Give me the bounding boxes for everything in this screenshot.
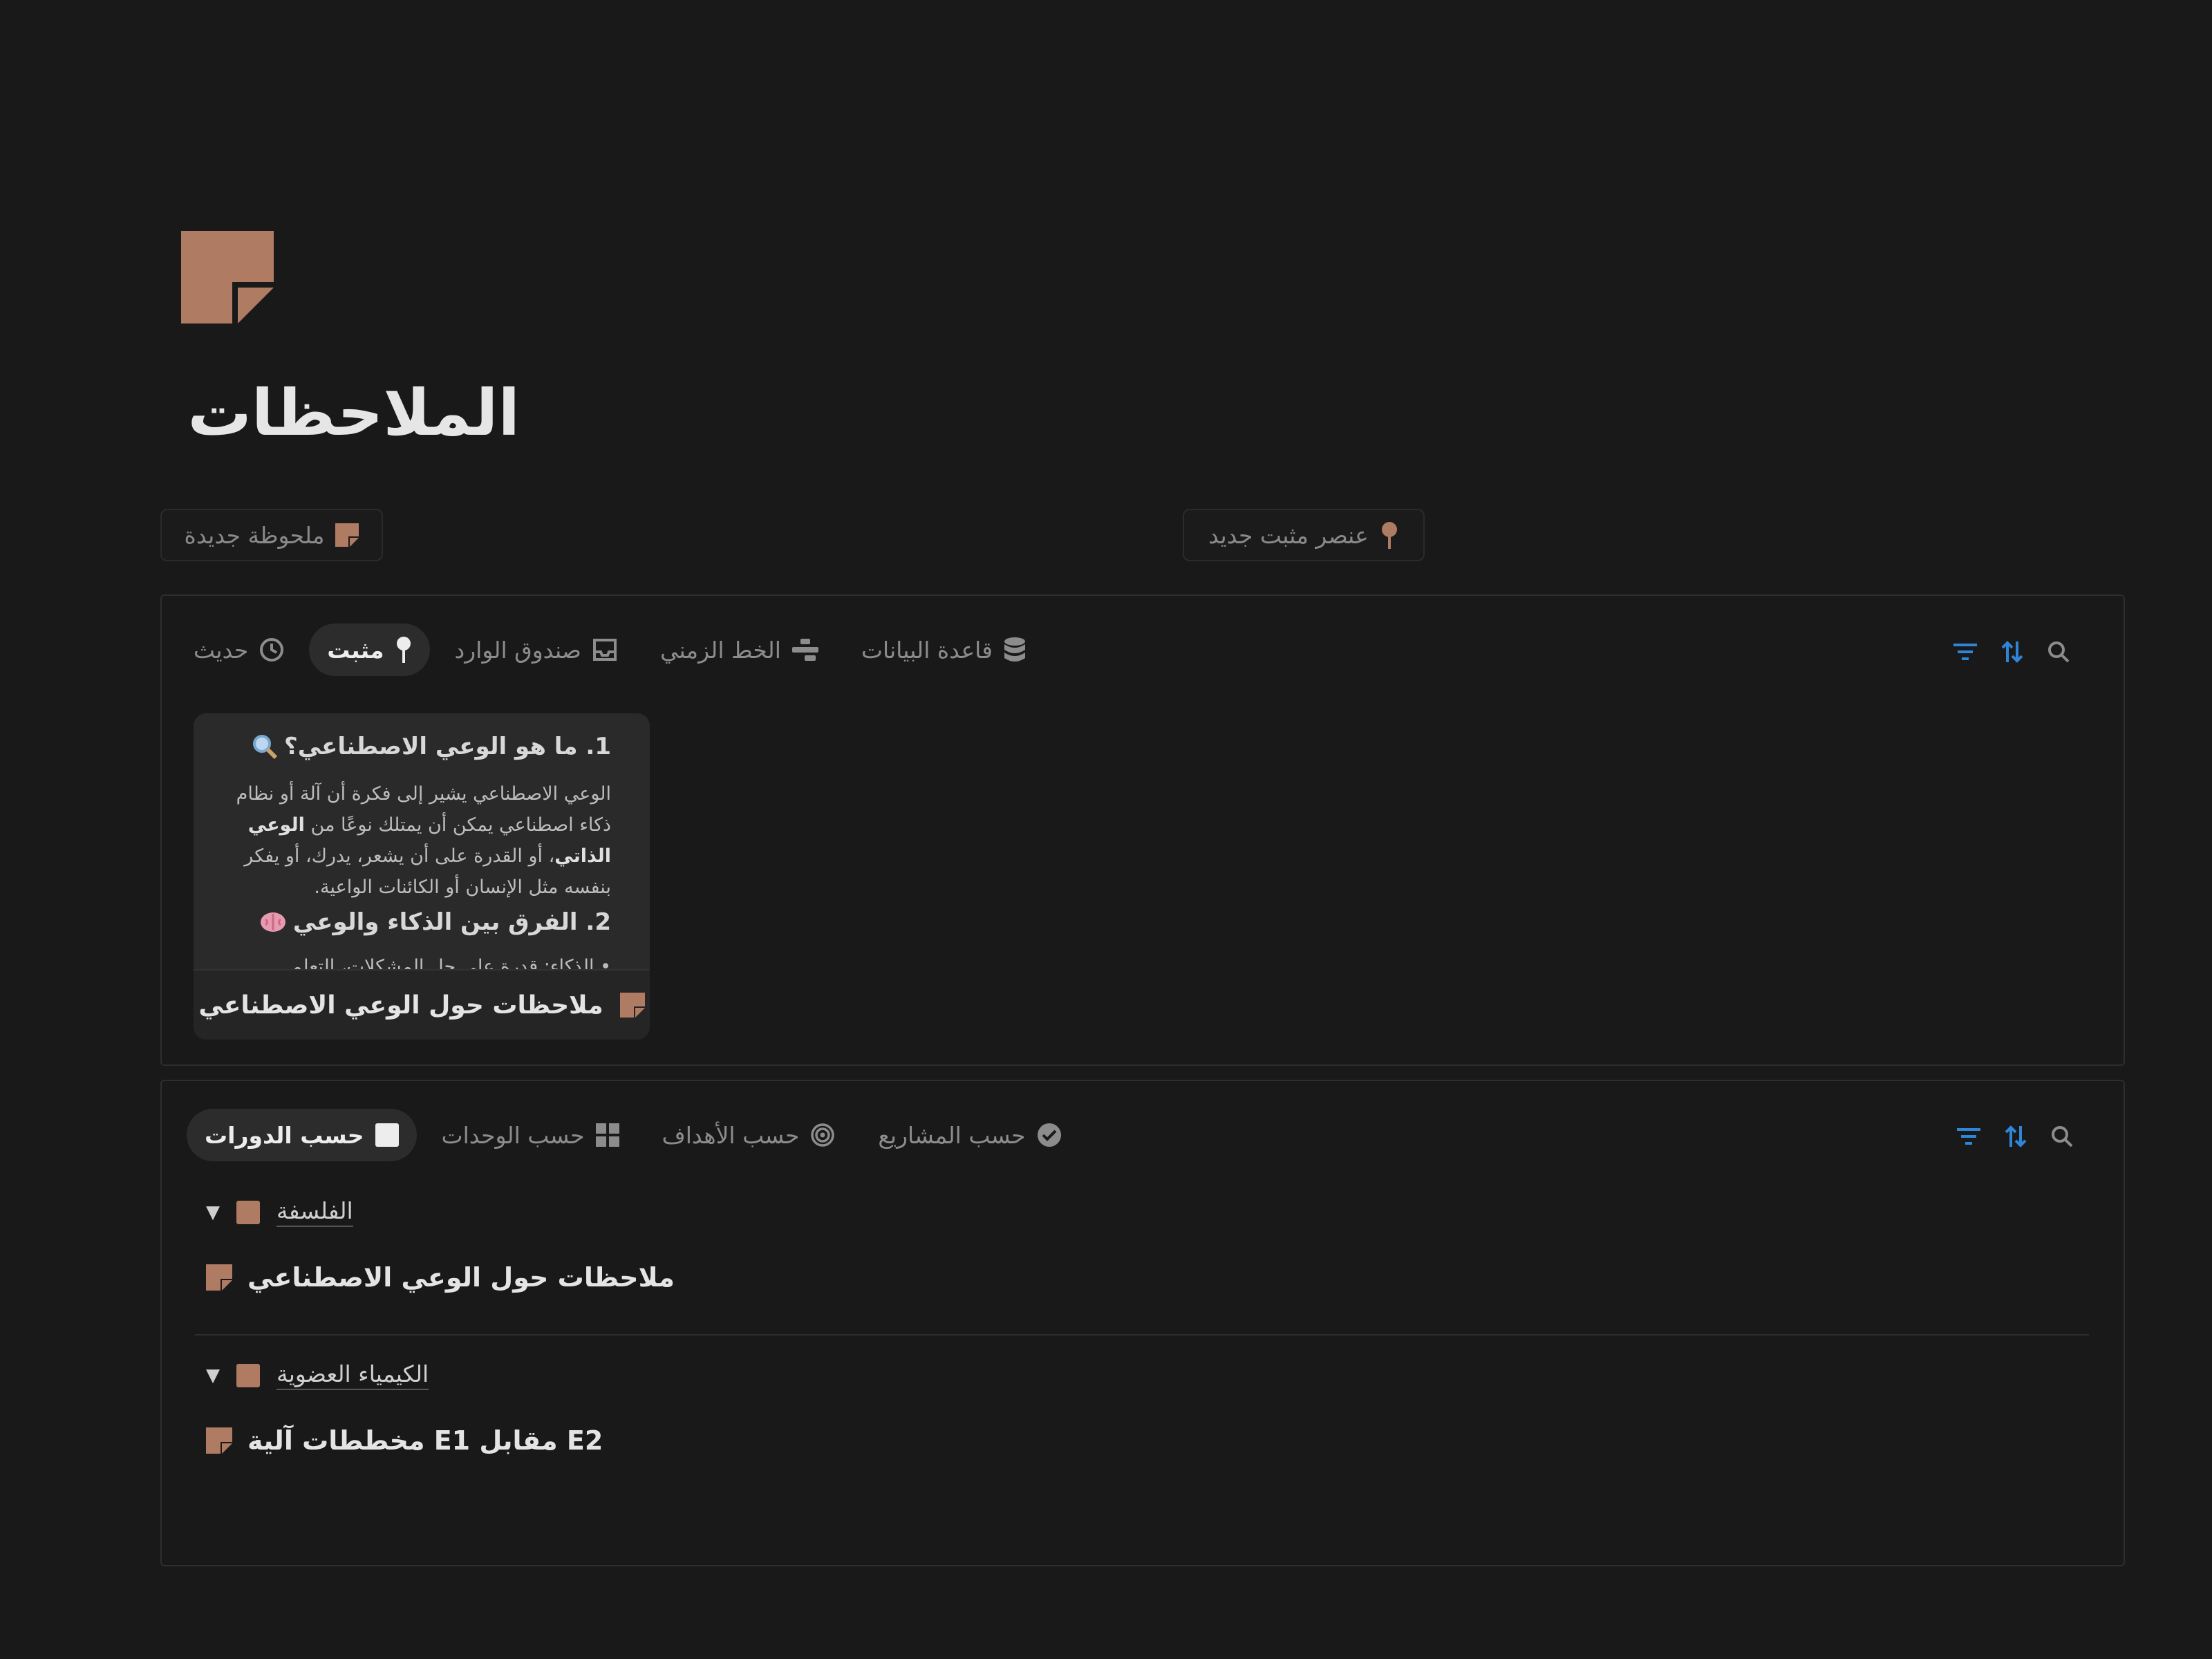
note-icon bbox=[335, 523, 359, 547]
tab-by-projects[interactable]: حسب المشاريع bbox=[860, 1109, 1079, 1161]
group-color-swatch bbox=[236, 1363, 260, 1387]
tab-label: مثبت bbox=[327, 636, 384, 664]
magnifier-icon bbox=[253, 735, 278, 759]
target-icon bbox=[811, 1123, 835, 1147]
group-header-organic-chemistry[interactable]: ▼ الكيمياء العضوية bbox=[206, 1360, 429, 1390]
preview-heading-text: 1. ما هو الوعي الاصطناعي؟ bbox=[284, 733, 611, 760]
tab-by-courses[interactable]: حسب الدورات bbox=[187, 1109, 417, 1161]
filter-icon[interactable] bbox=[1953, 642, 1977, 662]
new-note-label: ملحوظة جديدة bbox=[184, 521, 325, 549]
preview-text: الذكاء: قدرة على حل المشكلات، التعلم bbox=[290, 956, 594, 969]
new-pinned-label: عنصر مثبت جديد bbox=[1208, 521, 1369, 549]
bottom-toolbar bbox=[1957, 1125, 2073, 1148]
preview-bullet: • الذكاء: قدرة على حل المشكلات، التعلم bbox=[217, 951, 611, 969]
group-label: الفلسفة bbox=[276, 1197, 353, 1227]
note-icon bbox=[206, 1427, 232, 1454]
check-circle-icon bbox=[1037, 1123, 1061, 1147]
group-header-philosophy[interactable]: ▼ الفلسفة bbox=[206, 1197, 353, 1227]
chevron-down-icon[interactable]: ▼ bbox=[206, 1202, 220, 1223]
tab-label: قاعدة البيانات bbox=[861, 636, 993, 664]
tab-by-goals[interactable]: حسب الأهداف bbox=[644, 1109, 854, 1161]
card-title-bar: ملاحظات حول الوعي الاصطناعي bbox=[194, 969, 650, 1040]
card-preview: 1. ما هو الوعي الاصطناعي؟ الوعي الاصطناع… bbox=[194, 713, 650, 969]
tab-label: حديث bbox=[193, 636, 249, 664]
tab-pinned[interactable]: مثبت bbox=[309, 624, 430, 676]
tab-timeline[interactable]: الخط الزمني bbox=[642, 624, 836, 676]
tab-inbox[interactable]: صندوق الوارد bbox=[437, 624, 635, 676]
timeline-icon bbox=[791, 639, 818, 661]
group-color-swatch bbox=[236, 1200, 260, 1224]
list-item-title: ملاحظات حول الوعي الاصطناعي bbox=[247, 1262, 675, 1293]
inbox-icon bbox=[592, 639, 617, 661]
database-icon bbox=[1004, 637, 1025, 662]
pin-icon bbox=[1381, 522, 1397, 549]
list-item[interactable]: E2 مقابل E1 مخططات آلية bbox=[206, 1425, 603, 1456]
note-icon bbox=[206, 1264, 232, 1291]
sort-icon[interactable] bbox=[2004, 1125, 2027, 1148]
pinned-note-card[interactable]: 1. ما هو الوعي الاصطناعي؟ الوعي الاصطناع… bbox=[194, 713, 650, 1040]
tab-label: حسب الوحدات bbox=[441, 1121, 585, 1149]
tab-label: صندوق الوارد bbox=[454, 636, 581, 664]
page-title: الملاحظات bbox=[187, 376, 520, 450]
preview-paragraph: الوعي الاصطناعي يشير إلى فكرة أن آلة أو … bbox=[217, 778, 611, 903]
top-view-tabs: قاعدة البيانات الخط الزمني صندوق الوارد … bbox=[176, 624, 1044, 676]
sort-icon[interactable] bbox=[2000, 640, 2024, 664]
group-divider bbox=[195, 1334, 2089, 1335]
new-pinned-button[interactable]: عنصر مثبت جديد bbox=[1183, 509, 1425, 561]
tab-label: حسب المشاريع bbox=[878, 1121, 1026, 1149]
note-icon bbox=[619, 993, 645, 1018]
tab-by-units[interactable]: حسب الوحدات bbox=[424, 1109, 637, 1161]
tab-label: حسب الدورات bbox=[205, 1121, 364, 1149]
pin-icon bbox=[396, 637, 411, 663]
chevron-down-icon[interactable]: ▼ bbox=[206, 1365, 220, 1386]
new-note-button[interactable]: ملحوظة جديدة bbox=[160, 509, 383, 561]
grid-icon bbox=[595, 1123, 619, 1147]
page-note-icon[interactable] bbox=[181, 231, 274, 324]
tab-database[interactable]: قاعدة البيانات bbox=[843, 624, 1044, 676]
brain-icon bbox=[260, 912, 285, 932]
filter-icon[interactable] bbox=[1957, 1127, 1980, 1146]
group-label: الكيمياء العضوية bbox=[276, 1360, 429, 1390]
tab-recent[interactable]: حديث bbox=[176, 624, 302, 676]
card-title: ملاحظات حول الوعي الاصطناعي bbox=[198, 991, 603, 1020]
preview-heading: 1. ما هو الوعي الاصطناعي؟ bbox=[252, 733, 611, 760]
list-item-title: E2 مقابل E1 مخططات آلية bbox=[247, 1425, 603, 1456]
tab-label: حسب الأهداف bbox=[662, 1121, 800, 1149]
search-icon[interactable] bbox=[2047, 641, 2070, 663]
list-item[interactable]: ملاحظات حول الوعي الاصطناعي bbox=[206, 1262, 675, 1293]
tab-label: الخط الزمني bbox=[659, 636, 781, 664]
preview-heading-text: 2. الفرق بين الذكاء والوعي bbox=[292, 908, 611, 936]
clock-icon bbox=[260, 638, 284, 662]
search-icon[interactable] bbox=[2051, 1125, 2073, 1147]
square-icon bbox=[375, 1123, 399, 1147]
bottom-view-tabs: حسب الدورات حسب الوحدات حسب الأهداف حسب … bbox=[187, 1109, 1080, 1161]
preview-heading: 2. الفرق بين الذكاء والوعي bbox=[260, 908, 611, 936]
top-toolbar bbox=[1953, 640, 2070, 664]
